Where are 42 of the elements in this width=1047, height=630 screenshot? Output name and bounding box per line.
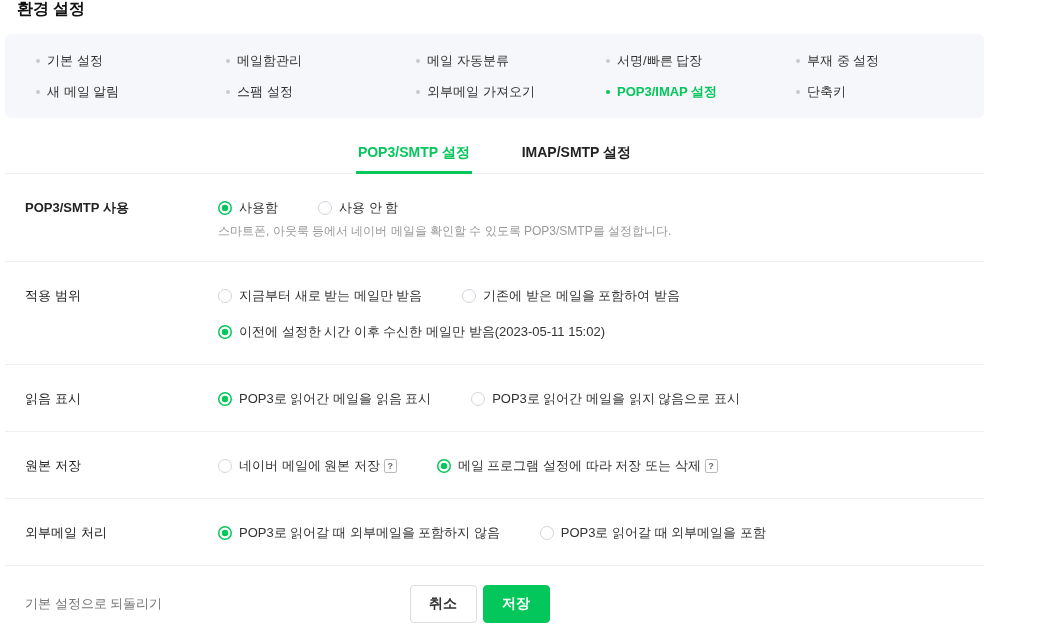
radio-option[interactable]: POP3로 읽어간 메일을 읽지 않음으로 표시 — [471, 390, 740, 408]
bullet-icon — [226, 89, 230, 94]
radio-option[interactable]: POP3로 읽어갈 때 외부메일을 포함 — [539, 524, 766, 542]
bullet-icon — [36, 89, 40, 94]
menu-item[interactable]: 새 메일 알림 — [36, 76, 120, 107]
menu-item[interactable]: 서명/빠른 답장 — [606, 45, 703, 76]
menu-item[interactable]: 스팸 설정 — [226, 76, 293, 107]
setting-label: 읽음 표시 — [25, 390, 82, 408]
radio-option[interactable]: 기존에 받은 메일을 포함하여 받음 — [462, 287, 680, 305]
bullet-icon — [416, 58, 420, 63]
hint-text: 스마트폰, 아웃룩 등에서 네이버 메일을 확인할 수 있도록 POP3/SMTP를 설정합니다. — [218, 223, 673, 239]
bullet-icon — [416, 89, 420, 94]
reset-link[interactable]: 기본 설정으로 되돌리기 — [25, 595, 163, 613]
bullet-icon — [606, 58, 610, 63]
menu-item[interactable]: 부재 중 설정 — [796, 45, 880, 76]
bullet-icon — [606, 89, 610, 94]
tab[interactable]: IMAP/SMTP 설정 — [519, 138, 634, 174]
bullet-icon — [796, 58, 800, 63]
radio-option[interactable]: 지금부터 새로 받는 메일만 받음 — [218, 287, 423, 305]
page-title: 환경 설정 — [17, 0, 86, 17]
radio-option[interactable]: 네이버 메일에 원본 저장 — [218, 457, 380, 475]
menu-item[interactable]: 단축키 — [796, 76, 846, 107]
menu-item[interactable]: 외부메일 가져오기 — [416, 76, 535, 107]
bullet-icon — [796, 89, 800, 94]
setting-label: 적용 범위 — [25, 287, 82, 305]
setting-label: 외부메일 처리 — [25, 524, 108, 542]
help-button[interactable]: ? — [704, 459, 718, 473]
bullet-icon — [36, 58, 40, 63]
radio-option[interactable]: 사용함 — [218, 199, 278, 217]
setting-label: POP3/SMTP 사용 — [25, 199, 130, 217]
menu-item[interactable]: 메일함관리 — [226, 45, 302, 76]
help-button[interactable]: ? — [383, 459, 397, 473]
radio-option[interactable]: POP3로 읽어갈 때 외부메일을 포함하지 않음 — [218, 524, 500, 542]
radio-option[interactable]: 사용 안 함 — [318, 199, 399, 217]
radio-option[interactable]: POP3로 읽어간 메일을 읽음 표시 — [218, 390, 432, 408]
bullet-icon — [226, 58, 230, 63]
setting-label: 원본 저장 — [25, 457, 82, 475]
cancel-button[interactable]: 취소 — [409, 585, 477, 623]
menu-item[interactable]: 메일 자동분류 — [416, 45, 509, 76]
radio-option[interactable]: 메일 프로그램 설정에 따라 저장 또는 삭제 — [436, 457, 701, 475]
radio-option[interactable]: 이전에 설정한 시간 이후 수신한 메일만 받음(2023-05-11 15:02) — [218, 323, 605, 341]
menu-item[interactable]: 기본 설정 — [36, 45, 103, 76]
